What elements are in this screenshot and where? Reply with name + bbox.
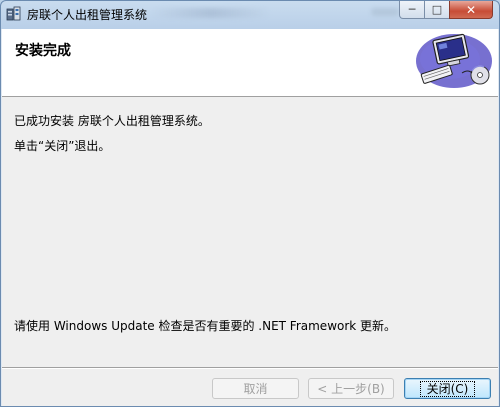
computer-setup-icon [416,33,492,88]
maximize-button[interactable]: □ [424,1,450,19]
cancel-button[interactable]: 取消 [212,378,299,399]
title-blur-region-2 [371,8,399,16]
maximize-icon: □ [431,3,443,16]
close-window-button[interactable]: ✕ [449,1,493,19]
windows-update-note: 请使用 Windows Update 检查是否有重要的 .NET Framewo… [14,319,397,333]
installer-window: 房联个人出租管理系统 ─ □ ✕ 安装完成 已成功安装 房联个人出租管理系统。 … [0,0,500,407]
installer-app-icon [6,6,21,21]
minimize-icon: ─ [408,3,416,16]
close-button-label: 关闭(C) [419,380,476,397]
wizard-content: 已成功安装 房联个人出租管理系统。 单击“关闭”退出。 请使用 Windows … [2,97,498,367]
window-controls: ─ □ ✕ [399,1,493,20]
install-success-message: 已成功安装 房联个人出租管理系统。 [14,114,210,128]
back-button[interactable]: < 上一步(B) [308,378,394,399]
wizard-header: 安装完成 [2,29,498,97]
close-instruction-text: 单击“关闭”退出。 [14,139,111,153]
close-button[interactable]: 关闭(C) [404,378,491,399]
page-title: 安装完成 [15,43,71,59]
window-title: 房联个人出租管理系统 [27,8,148,22]
title-bar[interactable]: 房联个人出租管理系统 ─ □ ✕ [1,1,499,27]
close-icon: ✕ [465,2,477,17]
title-blur-region [151,8,271,18]
minimize-button[interactable]: ─ [399,1,425,19]
wizard-footer: 取消 < 上一步(B) 关闭(C) [2,369,498,406]
